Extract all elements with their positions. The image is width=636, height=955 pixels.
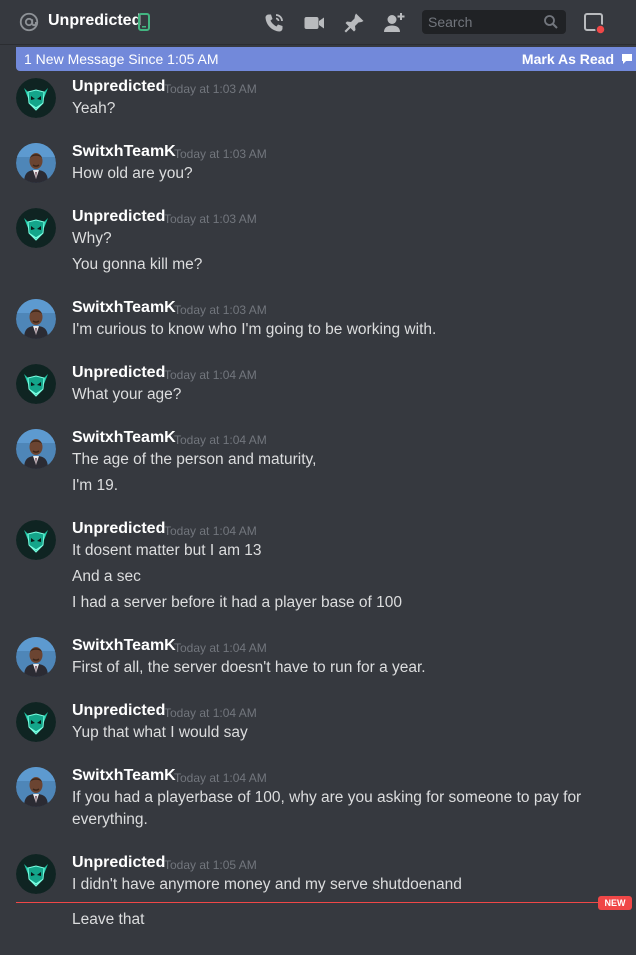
- message-text: What your age?: [72, 386, 182, 403]
- new-messages-bar[interactable]: 1 New Message Since 1:05 AM Mark As Read: [16, 47, 636, 71]
- search-box[interactable]: [422, 10, 566, 34]
- avatar[interactable]: [16, 429, 56, 469]
- message-text: Why?: [72, 230, 112, 247]
- new-messages-text: 1 New Message Since 1:05 AM: [24, 51, 219, 67]
- message-author[interactable]: Unpredicted: [72, 364, 165, 382]
- avatar[interactable]: [16, 143, 56, 183]
- message-author[interactable]: Unpredicted: [72, 78, 165, 96]
- message-timestamp: Today at 1:03 AM: [174, 303, 267, 317]
- message-text: Leave that: [72, 911, 145, 928]
- message-text: First of all, the server doesn't have to…: [72, 659, 426, 676]
- mark-read-icon[interactable]: [620, 52, 634, 66]
- pin-icon[interactable]: [342, 11, 366, 35]
- message-text: Yeah?: [72, 100, 116, 117]
- message-timestamp: Today at 1:04 AM: [174, 771, 267, 785]
- new-badge: NEW: [598, 896, 632, 910]
- message-text: Yup that what I would say: [72, 724, 248, 741]
- call-icon[interactable]: [262, 11, 286, 35]
- message-text: The age of the person and maturity,: [72, 451, 317, 468]
- video-icon[interactable]: [302, 11, 326, 35]
- message-author[interactable]: SwitxhTeamK: [72, 637, 176, 655]
- message-author[interactable]: Unpredicted: [72, 520, 165, 538]
- message-text: I'm 19.: [72, 477, 119, 494]
- at-icon: [19, 12, 39, 32]
- message-text: I'm curious to know who I'm going to be …: [72, 321, 437, 338]
- message-author[interactable]: SwitxhTeamK: [72, 143, 176, 161]
- message-timestamp: Today at 1:04 AM: [164, 368, 257, 382]
- message-timestamp: Today at 1:05 AM: [164, 858, 257, 872]
- message-author[interactable]: SwitxhTeamK: [72, 429, 176, 447]
- message-text: And a sec: [72, 568, 141, 585]
- message-author[interactable]: Unpredicted: [72, 208, 165, 226]
- message-timestamp: Today at 1:04 AM: [164, 706, 257, 720]
- inbox-icon[interactable]: [582, 11, 606, 35]
- channel-header: Unpredicted: [0, 0, 636, 45]
- message-timestamp: Today at 1:03 AM: [164, 82, 257, 96]
- message-timestamp: Today at 1:03 AM: [164, 212, 257, 226]
- avatar[interactable]: [16, 299, 56, 339]
- new-messages-divider: [16, 902, 606, 903]
- avatar[interactable]: [16, 637, 56, 677]
- message-timestamp: Today at 1:04 AM: [174, 433, 267, 447]
- search-input[interactable]: [422, 10, 540, 34]
- message-author[interactable]: Unpredicted: [72, 702, 165, 720]
- mark-as-read-button[interactable]: Mark As Read: [522, 51, 614, 67]
- message-text: How old are you?: [72, 165, 193, 182]
- avatar[interactable]: [16, 520, 56, 560]
- message-text: I had a server before it had a player ba…: [72, 594, 403, 611]
- avatar[interactable]: [16, 208, 56, 248]
- channel-title: Unpredicted: [48, 12, 142, 29]
- message-timestamp: Today at 1:04 AM: [174, 641, 267, 655]
- message-timestamp: Today at 1:04 AM: [164, 524, 257, 538]
- message-text: I didn't have anymore money and my serve…: [72, 876, 462, 893]
- avatar[interactable]: [16, 854, 56, 894]
- message-author[interactable]: SwitxhTeamK: [72, 767, 176, 785]
- mobile-online-icon: [138, 13, 150, 31]
- search-icon[interactable]: [543, 14, 559, 30]
- avatar[interactable]: [16, 364, 56, 404]
- avatar[interactable]: [16, 702, 56, 742]
- message-author[interactable]: SwitxhTeamK: [72, 299, 176, 317]
- message-text: It dosent matter but I am 13: [72, 542, 262, 559]
- message-text: You gonna kill me?: [72, 256, 203, 273]
- message-timestamp: Today at 1:03 AM: [174, 147, 267, 161]
- message-text: If you had a playerbase of 100, why are …: [72, 789, 582, 806]
- avatar[interactable]: [16, 767, 56, 807]
- add-member-icon[interactable]: [382, 11, 406, 35]
- message-text: everything.: [72, 811, 148, 828]
- message-author[interactable]: Unpredicted: [72, 854, 165, 872]
- avatar[interactable]: [16, 78, 56, 118]
